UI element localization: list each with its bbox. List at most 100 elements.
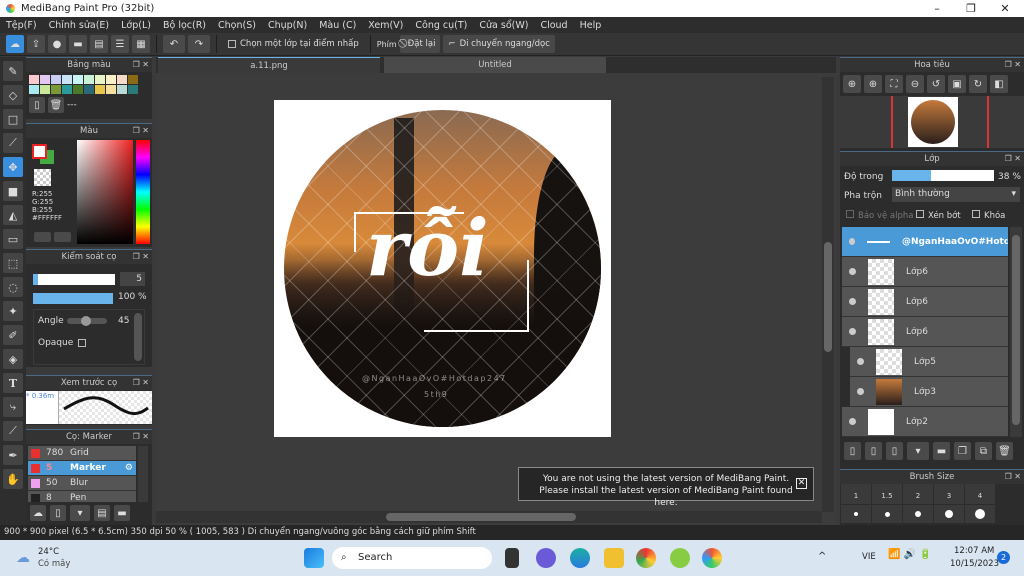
move-tool-icon[interactable]: ✥ (3, 157, 23, 177)
palette-swatch[interactable] (106, 85, 116, 94)
layer-visibility-icon[interactable] (849, 328, 856, 335)
language-indicator[interactable]: VIE (862, 552, 876, 562)
blend-mode-select[interactable]: Bình thường ▾ (892, 187, 1020, 202)
reset-button[interactable]: ⃠Đặt lại (399, 35, 441, 53)
windows-start-icon[interactable] (304, 548, 324, 568)
eraser-tool-icon[interactable]: ◇ (3, 85, 23, 105)
add-layer-dropdown-icon[interactable]: ▾ (907, 442, 929, 460)
palette-swatch[interactable] (40, 75, 50, 84)
protect-alpha-checkbox[interactable]: Bảo vệ alpha (846, 210, 913, 221)
merge-layer-icon[interactable]: ⧉ (975, 442, 992, 460)
palette-swatch[interactable] (62, 75, 72, 84)
grid-icon[interactable]: ▦ (132, 35, 150, 53)
rotate-left-icon[interactable]: ↺ (927, 75, 945, 93)
eyedropper-tool-icon[interactable]: ✒ (3, 445, 23, 465)
search-box[interactable]: ⌕ Search (332, 547, 492, 569)
palette-swatch[interactable] (51, 75, 61, 84)
panel-close-icon[interactable]: ❐ ✕ (1005, 152, 1021, 166)
new-layer-icon[interactable]: ▯ (844, 442, 861, 460)
panel-close-icon[interactable]: ❐ ✕ (133, 376, 149, 390)
navigator-preview[interactable] (840, 96, 1024, 148)
redo-icon[interactable]: ↷ (188, 35, 210, 53)
menu-item[interactable]: Chỉnh sửa(E) (43, 20, 116, 31)
gear-icon[interactable]: ⚙ (125, 463, 133, 473)
layer-visibility-icon[interactable] (849, 298, 856, 305)
cloud-icon[interactable]: ☁ (6, 35, 24, 53)
gradient-tool-icon[interactable]: ▭ (3, 229, 23, 249)
teams-icon[interactable] (536, 548, 556, 568)
panel-close-icon[interactable]: ❐ ✕ (133, 58, 149, 72)
brush-size-cell[interactable] (903, 505, 933, 523)
new-halftone-layer-icon[interactable]: ▯ (865, 442, 882, 460)
maximize-button[interactable]: ❐ (954, 0, 988, 17)
cloud-download-icon[interactable]: ☁ (30, 505, 46, 521)
layer-folder-icon[interactable]: ▬ (933, 442, 950, 460)
notification-badge[interactable]: 2 (997, 551, 1010, 564)
chrome-icon[interactable] (636, 548, 656, 568)
brush-size-value[interactable]: 5 (120, 272, 145, 286)
palette-swatch[interactable] (95, 85, 105, 94)
fill-rect-tool-icon[interactable]: ■ (3, 181, 23, 201)
palette-swatch[interactable] (117, 85, 127, 94)
angle-slider[interactable] (67, 316, 107, 326)
menu-item[interactable]: Chọn(S) (212, 20, 262, 31)
zoom-in-icon[interactable]: ⊕ (864, 75, 882, 93)
tray-chevron-icon[interactable]: ^ (818, 551, 826, 562)
brush-tool-icon[interactable]: ✎ (3, 61, 23, 81)
palette-swatch[interactable] (117, 75, 127, 84)
dot-tool-icon[interactable]: ⟋ (3, 133, 23, 153)
brush-size-cell[interactable] (934, 505, 964, 523)
panel-close-icon[interactable]: ❐ ✕ (1005, 58, 1021, 72)
comment-icon[interactable]: ▬ (69, 35, 87, 53)
saturation-value-picker[interactable] (77, 140, 133, 244)
layer-item[interactable]: Lớp6 (842, 317, 1008, 347)
brush-size-cell[interactable]: 3 (934, 484, 964, 504)
palette-swatch[interactable] (73, 85, 83, 94)
color-wheel-icon[interactable] (34, 232, 51, 242)
brush-item[interactable]: 5 Marker ⚙ (28, 461, 136, 476)
panel-close-icon[interactable]: ❐ ✕ (133, 250, 149, 264)
zoom-out-icon[interactable]: ⊖ (906, 75, 924, 93)
brush-settings-icon[interactable]: ▤ (94, 505, 110, 521)
palette-swatch[interactable] (29, 75, 39, 84)
duplicate-layer-icon[interactable]: ❐ (954, 442, 971, 460)
panel-close-icon[interactable]: ❐ ✕ (1005, 470, 1021, 484)
share-icon[interactable]: ⇪ (27, 35, 45, 53)
panel-close-icon[interactable]: ❐ ✕ (133, 430, 149, 444)
undo-icon[interactable]: ↶ (163, 35, 185, 53)
wifi-volume-battery-icon[interactable]: 📶 🔊 🔋 (888, 549, 932, 560)
menu-item[interactable]: Bộ lọc(R) (157, 20, 212, 31)
layer-scrollbar[interactable] (1010, 227, 1022, 437)
menu-item[interactable]: Cửa sổ(W) (473, 20, 534, 31)
brush-item[interactable]: 780 Grid (28, 446, 136, 461)
zoom-actual-icon[interactable]: ⊕ (843, 75, 861, 93)
palette-swatch[interactable] (62, 85, 72, 94)
menu-item[interactable]: Tệp(F) (0, 20, 43, 31)
file-explorer-icon[interactable] (604, 548, 624, 568)
hand-tool-icon[interactable]: ✋ (3, 469, 23, 489)
layer-item[interactable]: Lớp5 (850, 347, 1008, 377)
app-icon[interactable] (670, 548, 690, 568)
flip-icon[interactable]: ◧ (990, 75, 1008, 93)
transparent-color-swatch[interactable] (34, 169, 51, 186)
notification-close-icon[interactable]: ✕ (796, 478, 807, 489)
speech-bubble-icon[interactable]: ● (48, 35, 66, 53)
medibang-taskbar-icon[interactable] (702, 548, 722, 568)
task-view-icon[interactable] (505, 548, 519, 568)
palette-swatch[interactable] (73, 75, 83, 84)
layer-visibility-icon[interactable] (849, 418, 856, 425)
layer-visibility-icon[interactable] (857, 388, 864, 395)
document-canvas[interactable]: rỗi @NganHaaOvO#Hotdap247 5th9 (274, 100, 611, 437)
menu-item[interactable]: Lớp(L) (115, 20, 157, 31)
brush-size-cell[interactable]: 1 (841, 484, 871, 504)
palette-swatch[interactable] (51, 85, 61, 94)
layer-item[interactable]: @NganHaaOvO#Hotdap (842, 227, 1008, 257)
clock-date[interactable]: 10/15/2023 (950, 559, 999, 569)
layer-visibility-icon[interactable] (849, 268, 856, 275)
menu-item[interactable]: Công cụ(T) (409, 20, 473, 31)
layer-item[interactable]: Lớp2 (842, 407, 1008, 437)
new-brush-icon[interactable]: ▯ (50, 505, 66, 521)
magic-wand-tool-icon[interactable]: ✦ (3, 301, 23, 321)
divide-tool-icon[interactable]: ⟋ (3, 421, 23, 441)
tab-untitled[interactable]: Untitled (384, 57, 606, 73)
